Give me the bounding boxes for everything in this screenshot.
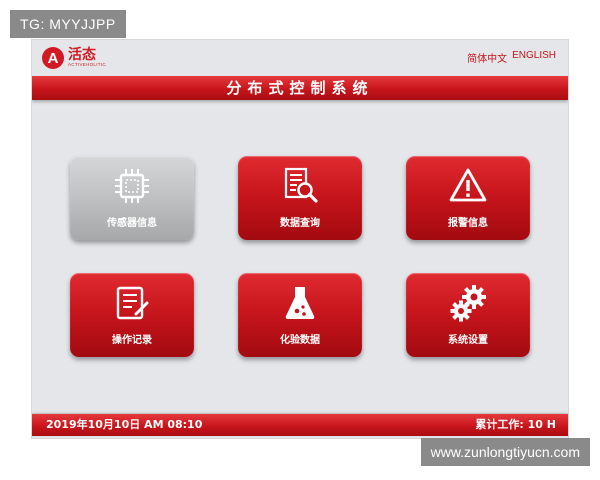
tile-alarm-info[interactable]: 报警信息 — [406, 156, 530, 240]
tile-label: 操作记录 — [112, 335, 152, 346]
status-bar: 2019年10月10日 AM 08:10 累计工作: 10 H — [32, 414, 568, 436]
tile-system-settings[interactable]: 系统设置 — [406, 273, 530, 357]
work-time-readout: 累计工作: 10 H — [475, 418, 556, 431]
flask-icon — [278, 281, 322, 325]
notepad-pencil-icon — [110, 281, 154, 325]
watermark-top-left: TG: MYYJJPP — [10, 10, 126, 38]
logo-chinese: 活态 — [68, 47, 96, 64]
tile-label: 报警信息 — [448, 218, 488, 229]
warning-icon — [446, 164, 490, 208]
chip-icon — [110, 164, 154, 208]
language-english-link[interactable]: ENGLISH — [512, 50, 556, 65]
document-search-icon — [278, 164, 322, 208]
tile-sensor-info[interactable]: 传感器信息 — [70, 156, 194, 240]
tile-operation-log[interactable]: 操作记录 — [70, 273, 194, 357]
tile-label: 传感器信息 — [107, 218, 157, 229]
logo-english: ACTIVEHOLITIC — [68, 62, 106, 68]
hmi-screen: A 活态 ACTIVEHOLITIC 简体中文 ENGLISH 分布式控制系统 — [32, 40, 568, 438]
tile-label: 化验数据 — [280, 335, 320, 346]
top-bar: A 活态 ACTIVEHOLITIC 简体中文 ENGLISH — [32, 40, 568, 74]
tile-label: 系统设置 — [448, 335, 488, 346]
page-title: 分布式控制系统 — [32, 76, 568, 100]
tile-lab-data[interactable]: 化验数据 — [238, 273, 362, 357]
logo-text: 活态 ACTIVEHOLITIC — [68, 48, 106, 68]
language-chinese-link[interactable]: 简体中文 — [467, 50, 507, 65]
company-logo: A 活态 ACTIVEHOLITIC — [42, 45, 106, 71]
gears-icon — [446, 281, 490, 325]
language-switcher: 简体中文 ENGLISH — [467, 50, 556, 65]
tile-data-query[interactable]: 数据查询 — [238, 156, 362, 240]
datetime-readout: 2019年10月10日 AM 08:10 — [46, 418, 203, 431]
logo-mark-icon: A — [42, 47, 64, 69]
watermark-bottom-right: www.zunlongtiyucn.com — [420, 438, 590, 466]
tile-label: 数据查询 — [280, 218, 320, 229]
